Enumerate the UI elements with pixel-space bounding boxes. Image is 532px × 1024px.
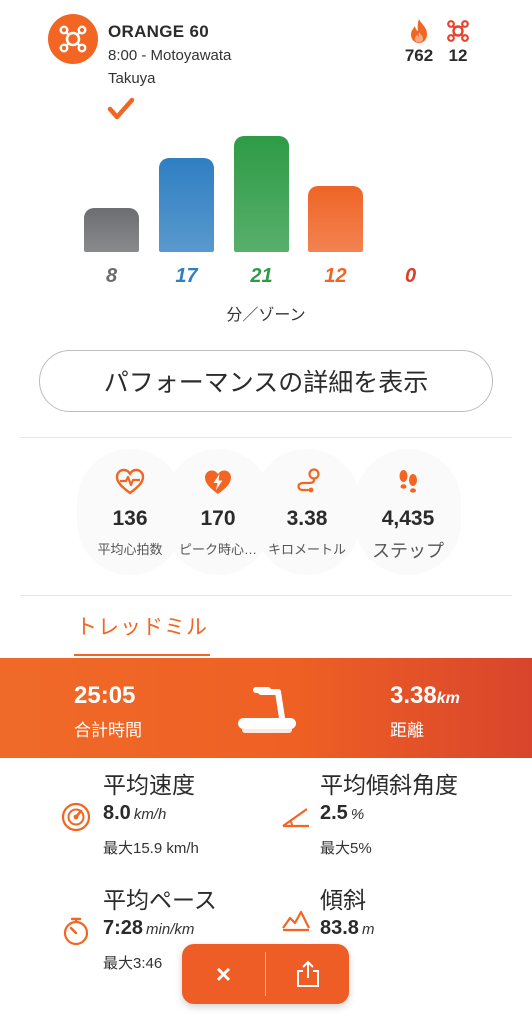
- metric-value: 4,435: [381, 507, 435, 530]
- avg-pace-value: 7:28: [103, 917, 144, 939]
- treadmill-summary-banner: 25:05 合計時間 3.38km 距離: [0, 658, 532, 758]
- avg-incline-value: 2.5: [320, 802, 348, 824]
- distance-value-wrap: 3.38km: [390, 682, 460, 710]
- avg-incline-unit: %: [350, 806, 365, 823]
- elevation-unit: m: [361, 921, 375, 938]
- coach-name: Takuya: [108, 70, 156, 87]
- avg-speed-title: 平均速度: [103, 772, 195, 798]
- section-divider: [20, 595, 512, 596]
- zone-value-label: 12: [324, 265, 347, 287]
- stopwatch-icon: [63, 917, 89, 946]
- zone-value-label: 17: [175, 265, 198, 287]
- calories-value: 762: [404, 46, 434, 65]
- close-icon: ×: [215, 958, 232, 989]
- tab-active-indicator: [74, 654, 210, 656]
- avg-speed-value-wrap: 8.0 km/h: [103, 802, 166, 825]
- metric-distance: 3.38 キロメートル: [254, 449, 360, 575]
- distance-value: 3.38: [390, 682, 437, 709]
- close-button[interactable]: ×: [182, 944, 265, 1004]
- splat-logo-icon: [59, 25, 87, 53]
- section-divider: [20, 437, 512, 438]
- elevation-value-wrap: 83.8 m: [320, 917, 374, 940]
- class-schedule: 8:00 - Motoyawata: [108, 47, 232, 64]
- footsteps-icon: [399, 470, 417, 493]
- metric-label: キロメートル: [267, 542, 346, 557]
- total-time-label: 合計時間: [74, 721, 142, 740]
- total-time-value: 25:05: [74, 682, 136, 709]
- heart-pulse-icon: [115, 468, 145, 495]
- share-button[interactable]: [266, 944, 349, 1004]
- zone-bar: [308, 186, 363, 252]
- mountain-climb-icon: [282, 910, 310, 932]
- avg-pace-value-wrap: 7:28 min/km: [103, 917, 194, 940]
- elevation-value: 83.8: [320, 917, 359, 939]
- orangetheory-logo: [48, 14, 98, 64]
- avg-incline-title: 平均傾斜角度: [320, 772, 458, 798]
- splat-points-value: 12: [448, 46, 468, 65]
- avg-incline-value-wrap: 2.5%: [320, 802, 364, 825]
- calories-stat: 762: [401, 18, 437, 66]
- heart-bolt-icon: [205, 470, 231, 494]
- elevation-title: 傾斜: [320, 887, 366, 913]
- zone-bar: [234, 136, 289, 252]
- avg-speed-value: 8.0: [103, 802, 131, 824]
- avg-pace-title: 平均ペース: [103, 887, 217, 913]
- avg-pace-unit: min/km: [146, 921, 195, 938]
- zone-value-label: 21: [250, 265, 273, 287]
- metric-steps: 4,435 ステップ: [355, 449, 461, 575]
- flame-icon: [411, 19, 427, 43]
- metric-label: ステップ: [372, 541, 444, 561]
- splat-points-stat: 12: [440, 18, 476, 66]
- tab-treadmill[interactable]: トレッドミル: [76, 611, 208, 641]
- distance-label: 距離: [390, 721, 424, 740]
- class-title: ORANGE 60: [108, 22, 209, 41]
- share-icon: [296, 960, 319, 987]
- speedometer-icon: [61, 802, 91, 832]
- check-icon: [107, 97, 135, 120]
- floating-action-bar: ×: [182, 944, 349, 1004]
- route-icon: [297, 468, 320, 493]
- zone-bar: [159, 158, 214, 252]
- metric-value: 3.38: [286, 507, 328, 530]
- treadmill-icon: [238, 687, 296, 733]
- avg-speed-unit: km/h: [133, 806, 167, 823]
- max-pace: 最大3:46: [103, 955, 163, 972]
- zone-value-label: 0: [404, 265, 417, 287]
- distance-unit: km: [436, 690, 460, 707]
- splat-point-icon: [447, 20, 469, 42]
- zone-chart-caption: 分／ゾーン: [226, 307, 306, 324]
- max-incline: 最大5%: [320, 840, 372, 857]
- zone-bar: [84, 208, 139, 252]
- max-speed: 最大15.9 km/h: [103, 840, 199, 857]
- incline-icon: [282, 808, 309, 828]
- zone-value-label: 8: [105, 265, 118, 287]
- view-performance-details-button[interactable]: パフォーマンスの詳細を表示: [39, 350, 493, 412]
